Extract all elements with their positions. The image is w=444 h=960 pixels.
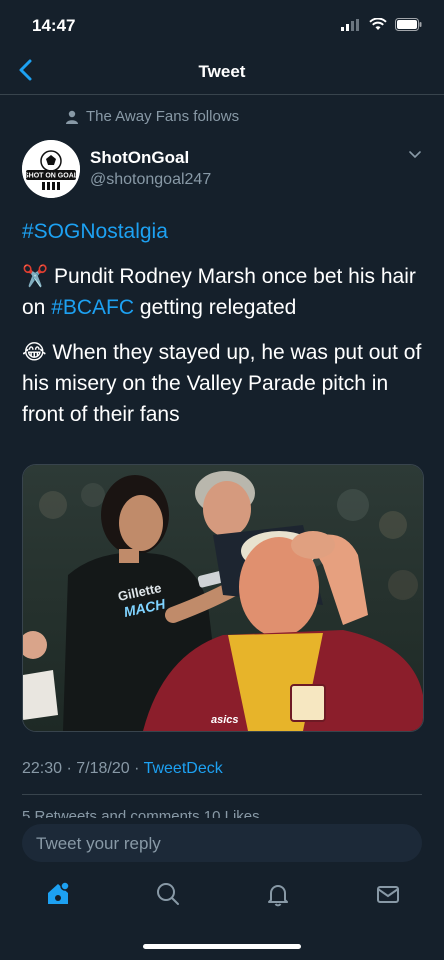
search-icon bbox=[157, 883, 179, 905]
tweet-timestamp: 22:30 · 7/18/20 · bbox=[22, 760, 144, 777]
scissors-emoji: ✂️ bbox=[22, 265, 49, 288]
home-indicator bbox=[143, 944, 301, 949]
tweet-text: #SOGNostalgia ✂️ Pundit Rodney Marsh onc… bbox=[22, 216, 422, 444]
status-icons bbox=[341, 18, 422, 31]
display-name[interactable]: ShotOnGoal bbox=[90, 148, 189, 168]
tab-messages[interactable] bbox=[374, 880, 402, 908]
chevron-down-icon bbox=[409, 151, 421, 159]
nav-bar: Tweet bbox=[0, 50, 444, 95]
page-title: Tweet bbox=[198, 62, 246, 81]
divider bbox=[22, 794, 422, 795]
photo-illustration: Gillette MACH asics bbox=[23, 465, 423, 731]
reply-placeholder: Tweet your reply bbox=[36, 834, 161, 853]
handle[interactable]: @shotongoal247 bbox=[90, 171, 211, 189]
tweet-options-button[interactable] bbox=[408, 148, 422, 162]
tweet-line2: When they stayed up, he was put out of h… bbox=[22, 341, 422, 426]
tab-notifications[interactable] bbox=[264, 880, 292, 908]
hashtag-bcafc[interactable]: #BCAFC bbox=[51, 296, 134, 319]
engagement-counts[interactable]: 5 Retweets and comments 10 Likes bbox=[22, 808, 260, 818]
tweet-meta: 22:30 · 7/18/20 · TweetDeck bbox=[22, 760, 223, 778]
status-time: 14:47 bbox=[32, 16, 76, 35]
messages-icon bbox=[377, 886, 399, 903]
laughing-emoji: 😂 bbox=[22, 341, 47, 364]
person-icon bbox=[66, 110, 78, 124]
avatar[interactable]: SHOT ON GOAL bbox=[22, 140, 80, 198]
home-icon bbox=[48, 881, 70, 904]
status-bar: 14:47 bbox=[0, 0, 444, 50]
notifications-icon bbox=[268, 885, 288, 907]
hashtag-sognostalgia[interactable]: #SOGNostalgia bbox=[22, 220, 168, 243]
wifi-icon bbox=[369, 18, 387, 30]
avatar-text: SHOT ON GOAL bbox=[24, 173, 79, 180]
tab-search[interactable] bbox=[154, 880, 182, 908]
tab-home[interactable] bbox=[44, 880, 72, 908]
battery-icon bbox=[395, 18, 422, 31]
tweet-line1-suffix: getting relegated bbox=[134, 296, 297, 319]
shot-on-goal-logo: SHOT ON GOAL bbox=[22, 140, 80, 198]
social-context[interactable]: The Away Fans follows bbox=[66, 108, 239, 125]
social-context-label: The Away Fans follows bbox=[86, 108, 240, 125]
kit-logo: asics bbox=[211, 714, 239, 726]
signal-icon bbox=[341, 18, 359, 31]
tweet-photo[interactable]: Gillette MACH asics bbox=[22, 464, 424, 732]
tweet-source-link[interactable]: TweetDeck bbox=[144, 760, 223, 777]
